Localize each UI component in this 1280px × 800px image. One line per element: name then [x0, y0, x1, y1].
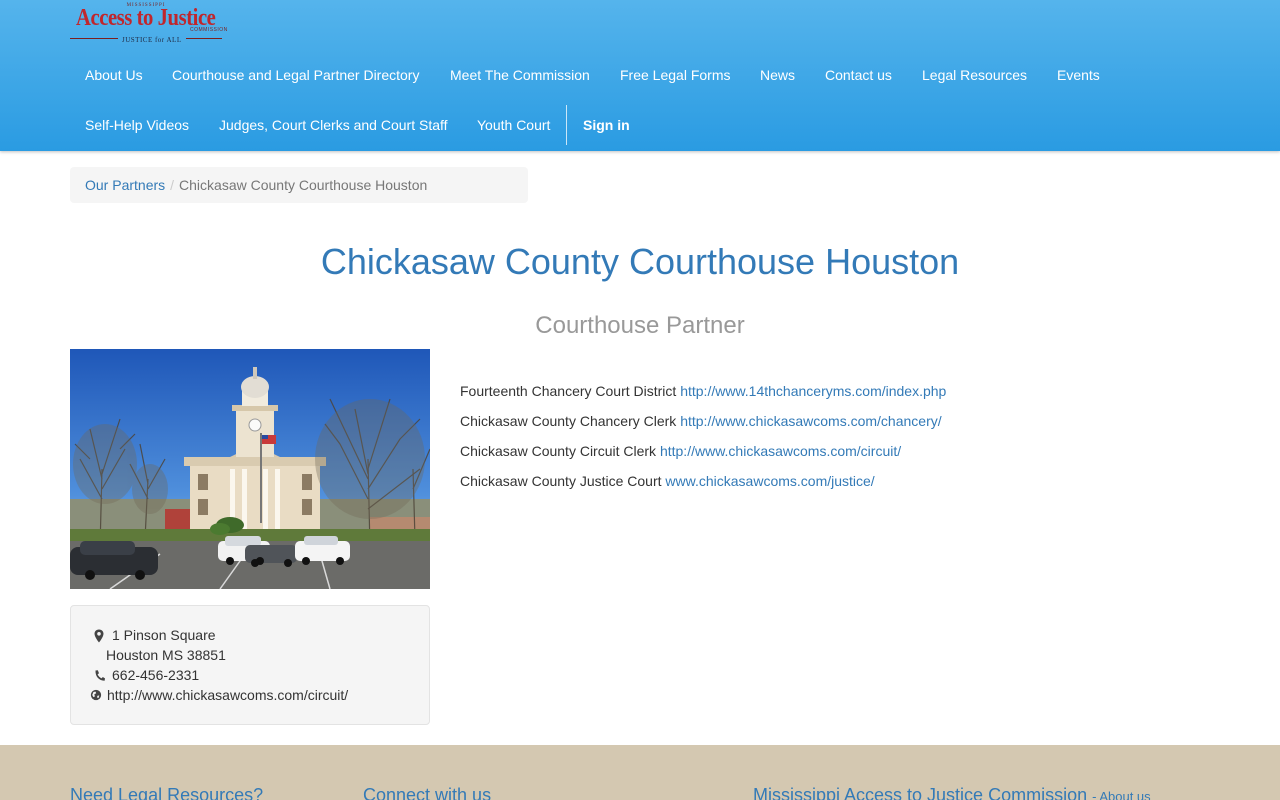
- map-marker-icon: [94, 629, 104, 643]
- page-title: Chickasaw County Courthouse Houston: [320, 241, 960, 282]
- phone-number: 662-456-2331: [112, 667, 200, 683]
- link-item: Chickasaw County Circuit Clerk http://ww…: [460, 441, 946, 461]
- globe-icon: [90, 689, 102, 701]
- site-header: MISSISSIPPI Access to Justice COMMISSION…: [0, 0, 1280, 151]
- link-item-label: Chickasaw County Chancery Clerk: [460, 413, 677, 429]
- link-item-url[interactable]: http://www.chickasawcoms.com/chancery/: [680, 413, 941, 429]
- nav-partner-directory[interactable]: Courthouse and Legal Partner Directory: [157, 65, 434, 85]
- logo-commission-text: COMMISSION: [190, 27, 228, 33]
- address-box: 1 Pinson Square Houston MS 38851 662-456…: [70, 605, 430, 725]
- nav-youth-court[interactable]: Youth Court: [462, 115, 565, 135]
- breadcrumb: Our Partners / Chickasaw County Courthouse…: [70, 167, 528, 203]
- link-item-url[interactable]: http://www.chickasawcoms.com/circuit/: [660, 443, 901, 459]
- nav-events[interactable]: Events: [1042, 65, 1115, 85]
- link-item-label: Chickasaw County Justice Court: [460, 473, 662, 489]
- site-footer: Need Legal Resources? Connect with us Mi…: [0, 745, 1280, 800]
- page-subtitle: Courthouse Partner: [535, 312, 745, 339]
- footer-connect-heading: Connect with us: [363, 785, 492, 800]
- website-link[interactable]: http://www.chickasawcoms.com/circuit/: [107, 685, 348, 705]
- footer-legal-resources-heading[interactable]: Need Legal Resources?: [70, 784, 263, 800]
- nav-judges-clerks-staff[interactable]: Judges, Court Clerks and Court Staff: [204, 115, 463, 135]
- courthouse-photo-image: [70, 349, 430, 589]
- nav-contact-us[interactable]: Contact us: [810, 65, 907, 85]
- link-item-label: Fourteenth Chancery Court District: [460, 383, 677, 399]
- address-street: 1 Pinson Square: [112, 627, 216, 643]
- courthouse-photo: [70, 349, 430, 589]
- nav-free-legal-forms[interactable]: Free Legal Forms: [605, 65, 745, 85]
- court-links-list: Fourteenth Chancery Court District http:…: [460, 381, 946, 501]
- address-city: Houston MS 38851: [106, 647, 226, 663]
- footer-about-us-link[interactable]: - About us: [1092, 789, 1151, 800]
- sign-in-link[interactable]: Sign in: [568, 115, 645, 135]
- breadcrumb-our-partners[interactable]: Our Partners: [85, 177, 165, 193]
- nav-about-us[interactable]: About Us: [70, 65, 158, 85]
- phone-icon: [95, 670, 105, 681]
- nav-divider: [566, 105, 567, 145]
- footer-commission-heading: Mississippi Access to Justice Commission…: [753, 784, 1151, 800]
- link-item: Fourteenth Chancery Court District http:…: [460, 381, 946, 401]
- logo-tagline: JUSTICE for ALL: [118, 36, 186, 44]
- breadcrumb-separator: /: [170, 177, 175, 193]
- link-item-url[interactable]: http://www.14thchanceryms.com/index.php: [680, 383, 946, 399]
- link-item-url[interactable]: www.chickasawcoms.com/justice/: [665, 473, 874, 489]
- breadcrumb-current: Chickasaw County Courthouse Houston: [179, 177, 428, 193]
- link-item: Chickasaw County Chancery Clerk http://w…: [460, 411, 946, 431]
- nav-legal-resources[interactable]: Legal Resources: [907, 65, 1042, 85]
- site-logo[interactable]: MISSISSIPPI Access to Justice COMMISSION…: [70, 2, 227, 44]
- footer-commission-title: Mississippi Access to Justice Commission: [753, 785, 1088, 800]
- link-item: Chickasaw County Justice Court www.chick…: [460, 471, 946, 491]
- nav-meet-commission[interactable]: Meet The Commission: [435, 65, 605, 85]
- nav-self-help-videos[interactable]: Self-Help Videos: [70, 115, 204, 135]
- nav-news[interactable]: News: [745, 65, 810, 85]
- link-item-label: Chickasaw County Circuit Clerk: [460, 443, 657, 459]
